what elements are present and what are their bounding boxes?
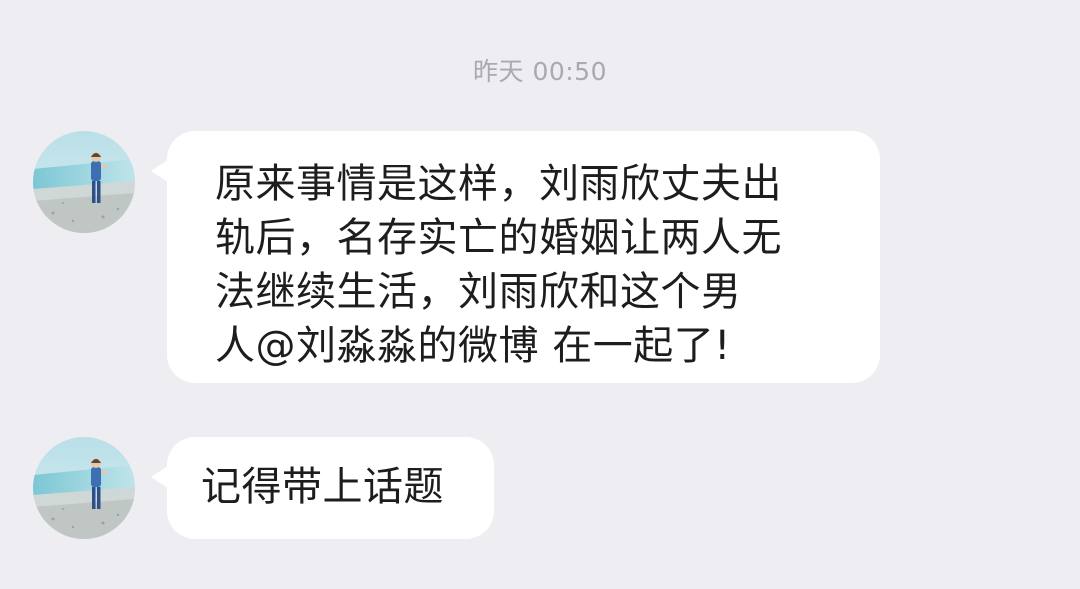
message-line: 原来事情是这样，刘雨欣丈夫出 [215, 161, 782, 207]
beach-person-photo-icon [33, 131, 135, 233]
message-line: 轨后，名存实亡的婚姻让两人无 [215, 215, 782, 261]
contact-avatar[interactable] [33, 437, 135, 539]
message-line: 法继续生活，刘雨欣和这个男 [215, 269, 742, 315]
message-timestamp: 昨天 00:50 [473, 57, 607, 86]
message-bubble[interactable]: 记得带上话题 [151, 437, 494, 539]
chat-view: 昨天 00:50 原来事情是这样，刘雨欣丈夫出 轨后，名存实亡的婚姻让两人无 法… [0, 0, 1080, 589]
message-text: 原来事情是这样，刘雨欣丈夫出 轨后，名存实亡的婚姻让两人无 法继续生活，刘雨欣和… [215, 157, 835, 373]
contact-avatar[interactable] [33, 131, 135, 233]
message-text: 记得带上话题 [201, 464, 444, 510]
message-line: 人@刘淼淼的微博 在一起了! [215, 323, 731, 369]
message-bubble[interactable]: 原来事情是这样，刘雨欣丈夫出 轨后，名存实亡的婚姻让两人无 法继续生活，刘雨欣和… [151, 131, 880, 383]
beach-person-photo-icon [33, 437, 135, 539]
